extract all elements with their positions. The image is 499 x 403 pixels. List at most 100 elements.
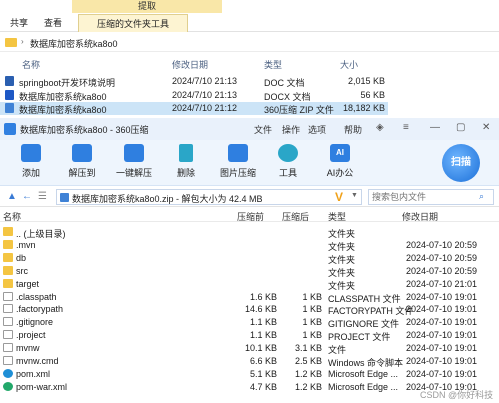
tools-label: 工具 [278,168,297,178]
table-row[interactable]: .gitignore 1.1 KB 1 KB GITIGNORE 文件 2024-07-… [0,316,499,329]
word-doc-icon [5,76,14,86]
row-date: 2024-07-10 19:01 [406,343,478,354]
column-name[interactable]: 名称 [22,58,40,71]
maximize-icon[interactable]: ▢ [456,122,465,133]
trash-icon [179,144,193,162]
column-name[interactable]: 名称 [3,210,21,223]
chevron-down-icon[interactable]: ▼ [351,192,358,199]
tab-compressed-folder-tools[interactable]: 压缩的文件夹工具 [78,14,188,32]
ai-icon: AI [330,144,350,162]
menu-file[interactable]: 文件 [254,123,272,136]
row-type: Microsoft Edge ... [328,381,399,392]
file-icon [3,291,13,301]
table-row[interactable]: src 文件夹 2024-07-10 20:59 [0,265,499,278]
menu-help[interactable]: 帮助 [344,123,362,136]
search-icon[interactable]: ⌕ [479,191,484,202]
row-name: pom.xml [16,368,51,379]
column-before[interactable]: 压缩前 [237,210,264,223]
ribbon-tabs: 提取 共享 查看 压缩的文件夹工具 [0,0,499,32]
folder-icon [5,38,17,47]
table-row[interactable]: .factorypath 14.6 KB 1 KB FACTORYPATH 文件 202… [0,303,499,316]
table-row[interactable]: .classpath 1.6 KB 1 KB CLASSPATH 文件 2024-07-… [0,291,499,304]
file-icon [3,317,13,327]
scan-button[interactable]: 扫描 [442,144,480,182]
row-date: 2024-07-10 20:59 [406,265,478,276]
zip-file-icon [60,193,69,202]
folder-icon [3,239,13,249]
up-arrow-icon[interactable]: ▲ [7,191,17,202]
tab-share[interactable]: 共享 [10,14,28,32]
column-date[interactable]: 修改日期 [172,58,208,71]
table-row[interactable]: .. (上级目录) 文件夹 [0,226,499,239]
table-row[interactable]: pom.xml 5.1 KB 1.2 KB Microsoft Edge ... 202… [0,368,499,381]
column-after[interactable]: 压缩后 [282,210,309,223]
table-row[interactable]: target 文件夹 2024-07-10 21:01 [0,278,499,291]
table-row[interactable]: .project 1.1 KB 1 KB PROJECT 文件 2024-07-10 1… [0,329,499,342]
minimize-icon[interactable]: — [430,122,440,133]
row-date: 2024-07-10 19:01 [406,368,478,379]
breadcrumb[interactable]: 数据库加密系统ka8o0 [30,37,118,50]
file-row-selected[interactable]: 数据库加密系统ka8o0 2024/7/10 21:12 360压缩 ZIP 文… [0,102,388,115]
row-date: 2024-07-10 21:01 [406,278,478,289]
row-size-before: 6.6 KB [249,356,277,366]
row-date: 2024-07-10 20:59 [406,252,478,263]
column-date[interactable]: 修改日期 [402,210,438,223]
image-compress-button[interactable]: 图片压缩 [218,144,258,184]
table-row[interactable]: db 文件夹 2024-07-10 20:59 [0,252,499,265]
menu-operation[interactable]: 操作 [282,123,300,136]
ribbon-context-extract[interactable]: 提取 [72,0,222,13]
table-row[interactable]: mvnw 10.1 KB 3.1 KB 文件 2024-07-10 19:01 [0,342,499,355]
file-row[interactable]: 数据库加密系统ka8o0 2024/7/10 21:13 DOCX 文档 56 … [0,89,499,102]
tools-button[interactable]: 工具 [268,144,308,184]
file-size: 18,182 KB [342,103,385,113]
column-type[interactable]: 类型 [264,58,282,71]
file-type: 360压缩 ZIP 文件 [264,105,334,115]
folder-icon [3,252,13,262]
check-mark-icon[interactable]: V [335,190,343,204]
list-view-icon[interactable]: ☰ [38,191,47,202]
row-name: src [16,265,28,276]
file-size: 56 KB [360,90,385,100]
row-size-after: 1 KB [302,304,322,315]
close-icon[interactable]: ✕ [482,122,490,133]
zip-toolbar: 添加 解压到 一键解压 删除 图片压缩 工具 AI AI办公 扫描 [0,140,499,186]
menu-icon[interactable]: ≡ [403,122,409,133]
back-arrow-icon[interactable]: ← [22,191,32,202]
search-box[interactable]: ⌕ [368,189,494,205]
tab-view[interactable]: 查看 [44,14,62,32]
row-size-after: 3.1 KB [294,343,322,354]
address-bar[interactable]: › 数据库加密系统ka8o0 [0,34,499,52]
file-row[interactable]: springboot开发环境说明 2024/7/10 21:13 DOC 文档 … [0,75,499,88]
search-input[interactable] [372,191,476,203]
delete-button[interactable]: 删除 [166,144,206,184]
zip-title-bar[interactable]: 数据库加密系统ka8o0 - 360压缩 文件 操作 选项 帮助 ◈ ≡ — ▢… [0,118,499,140]
row-date: 2024-07-10 19:01 [406,330,478,341]
row-size-after: 1 KB [302,291,322,302]
ai-office-button[interactable]: AI AI办公 [320,144,360,184]
one-click-extract-label: 一键解压 [115,168,152,178]
file-list-header: 名称 修改日期 类型 大小 [0,56,499,70]
skin-icon[interactable]: ◈ [376,122,384,133]
one-click-extract-button[interactable]: 一键解压 [114,144,154,184]
zip-file-icon [5,103,14,113]
row-date: 2024-07-10 20:59 [406,239,478,250]
file-size: 2,015 KB [347,76,385,86]
column-size[interactable]: 大小 [340,58,358,71]
row-size-before: 14.6 KB [244,304,277,315]
row-size-before: 5.1 KB [249,368,277,379]
add-button[interactable]: 添加 [11,144,51,184]
archive-path-field[interactable]: 数据库加密系统ka8o0.zip - 解包大小为 42.4 MB V ▼ [56,189,362,205]
row-name: .gitignore [16,317,54,328]
extract-to-button[interactable]: 解压到 [62,144,102,184]
row-size-after: 1 KB [302,330,322,341]
menu-options[interactable]: 选项 [308,123,326,136]
add-label: 添加 [21,168,40,178]
table-row[interactable]: mvnw.cmd 6.6 KB 2.5 KB Windows 命令脚本 2024-07-… [0,355,499,368]
add-icon [21,144,41,162]
file-date: 2024/7/10 21:13 [172,90,238,100]
row-name: .mvn [16,239,36,250]
table-row[interactable]: .mvn 文件夹 2024-07-10 20:59 [0,239,499,252]
app-logo-icon [4,123,16,135]
chevron-right-icon: › [21,37,24,46]
column-type[interactable]: 类型 [328,210,346,223]
